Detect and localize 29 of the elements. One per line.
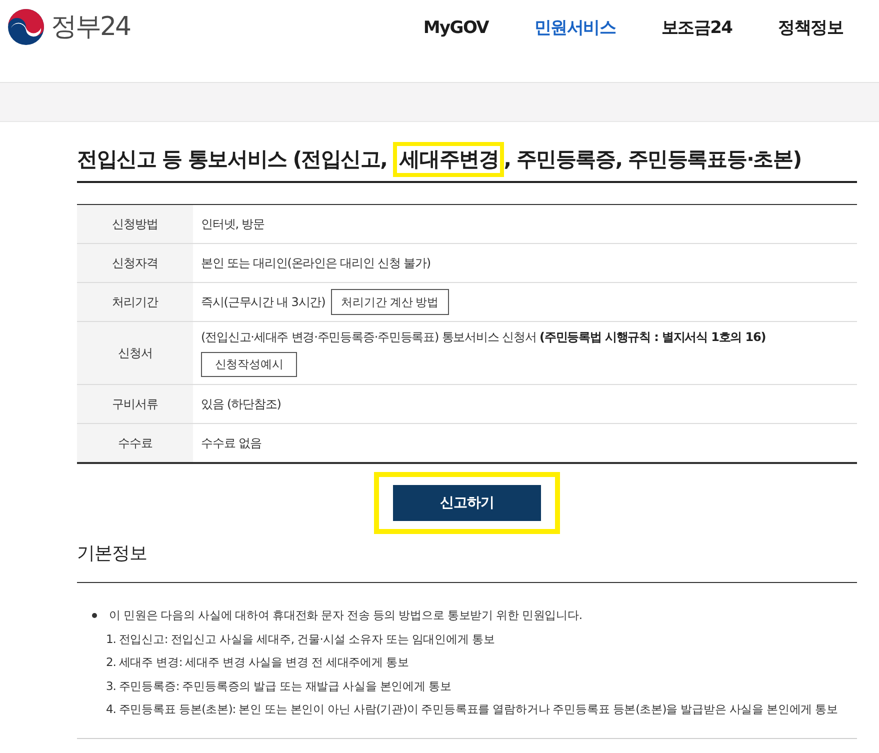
- info-item-text: 3. 주민등록증: 주민등록증의 발급 또는 재발급 사실을 본인에게 통보: [106, 678, 452, 694]
- logo-icon[interactable]: [8, 9, 44, 45]
- calculation-method-button[interactable]: 처리기간 계산 방법: [331, 289, 449, 315]
- form-example-button[interactable]: 신청작성예시: [201, 352, 297, 377]
- nav-tab[interactable]: 민원서비스: [534, 14, 616, 42]
- row-value: 본인 또는 대리인(온라인은 대리인 신청 불가): [201, 254, 430, 272]
- row-value: 즉시(근무시간 내 3시간): [201, 294, 326, 310]
- row-label: 수수료: [77, 424, 193, 462]
- logo-text[interactable]: 정부24: [51, 9, 130, 45]
- info-item-text: 4. 주민등록표 등본(초본): 본인 또는 본인이 아닌 사람(기관)이 주민등록표를 열람하거나 주민등록표 등본(초본)을 발급받은 사실을 본인에게 통보: [106, 701, 839, 718]
- nav-tab[interactable]: 보조금24: [662, 14, 732, 42]
- info-text: 이 민원은 다음의 사실에 대하여 휴대전화 문자 전송 등의 방법으로 통보받기 위한 민원입니다.: [109, 607, 582, 624]
- report-button[interactable]: 신고하기: [393, 485, 541, 521]
- row-value: 인터넷, 방문: [201, 216, 264, 232]
- nav-tab[interactable]: 정책정보: [778, 14, 843, 42]
- row-label: 구비서류: [77, 385, 193, 423]
- info-item-text: 2. 세대주 변경: 세대주 변경 사실을 변경 전 세대주에게 통보: [106, 654, 410, 671]
- row-value: 수수료 없음: [201, 434, 262, 452]
- row-label: 처리기간: [77, 283, 193, 321]
- row-label: 신청자격: [77, 244, 193, 282]
- row-value: (전입신고·세대주 변경·주민등록증·주민등록표) 통보서비스 신청서 (주민등록법 시행규칙 : 별지서식 1호의 16): [201, 329, 766, 346]
- info-item-text: 1. 전입신고: 전입신고 사실을 세대주, 건물·시설 소유자 또는 임대인에게 통보: [106, 630, 496, 648]
- page-title: 전입신고 등 통보서비스 (전입신고, 세대주변경 , 주민등록증, 주민등록표등·초본): [77, 122, 857, 183]
- section-heading: 기본정보: [77, 542, 857, 583]
- nav-tab[interactable]: MyGOV: [423, 14, 488, 42]
- row-value: 있음 (하단참조): [201, 396, 281, 412]
- row-label: 신청방법: [77, 205, 193, 243]
- row-label: 신청서: [77, 322, 193, 384]
- bullet-icon: [92, 613, 97, 618]
